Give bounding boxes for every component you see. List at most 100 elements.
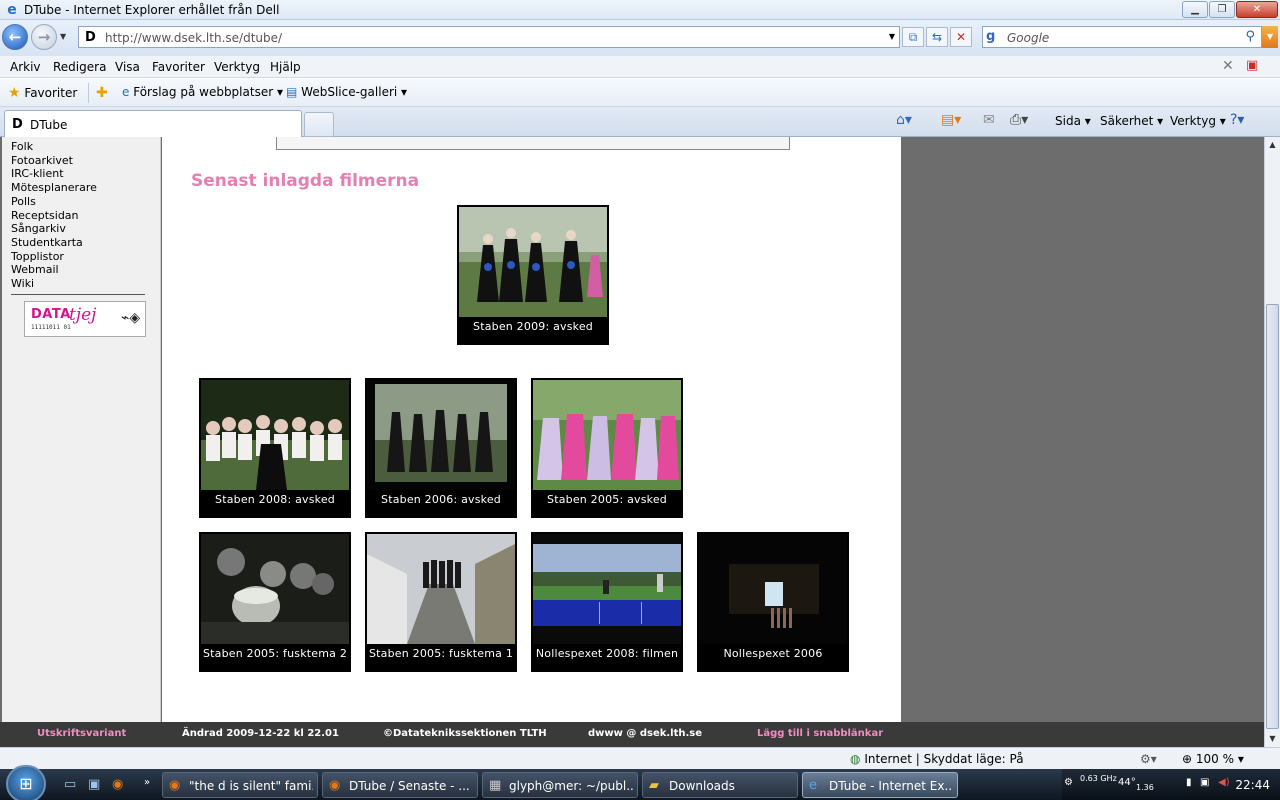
- video-card[interactable]: Staben 2009: avsked: [457, 205, 609, 345]
- close-button[interactable]: ✕: [1236, 1, 1278, 18]
- scroll-thumb[interactable]: [1266, 304, 1279, 729]
- globe-icon: ◍: [850, 752, 861, 766]
- feeds-icon[interactable]: ▤▾: [941, 112, 961, 128]
- refresh-icon[interactable]: ⇆: [926, 27, 948, 47]
- address-dropdown-icon[interactable]: ▼: [889, 32, 895, 41]
- new-tab-button[interactable]: [304, 112, 334, 137]
- sidebar-link-fotoarkivet[interactable]: Fotoarkivet: [11, 154, 97, 168]
- sidebar-link-wiki[interactable]: Wiki: [11, 277, 97, 291]
- sidebar-link-polls[interactable]: Polls: [11, 195, 97, 209]
- menu-verktyg[interactable]: Verktyg: [214, 60, 260, 74]
- network-icon[interactable]: ▣: [1200, 777, 1209, 788]
- gear-icon[interactable]: ⚙: [1064, 777, 1073, 788]
- zoom-level[interactable]: ⊕ 100 % ▾: [1182, 752, 1244, 766]
- scroll-up-icon[interactable]: ▲: [1265, 137, 1280, 153]
- sidebar-link-studentkarta[interactable]: Studentkarta: [11, 236, 97, 250]
- add-shortcut-link[interactable]: Lägg till i snabblänkar: [757, 728, 883, 739]
- video-caption: Nollespexet 2006: [723, 647, 823, 660]
- addon-icon[interactable]: ▣: [1246, 58, 1258, 73]
- help-icon[interactable]: ?▾: [1230, 112, 1244, 128]
- switch-windows-icon[interactable]: ▣: [88, 777, 100, 792]
- taskbar-item[interactable]: ▰ Downloads: [642, 772, 798, 798]
- security-zone[interactable]: ◍ Internet | Skyddat läge: På: [850, 752, 1024, 766]
- add-favorite-icon[interactable]: ✚: [96, 85, 108, 101]
- search-options-dropdown[interactable]: ▼: [1262, 26, 1278, 48]
- sidebar-link-receptsidan[interactable]: Receptsidan: [11, 209, 97, 223]
- minimize-button[interactable]: ▁: [1182, 1, 1208, 18]
- favorites-button[interactable]: ★ Favoriter: [8, 85, 77, 101]
- taskbar-item[interactable]: ◉ DTube / Senaste - ...: [322, 772, 478, 798]
- forward-button[interactable]: →: [31, 24, 57, 50]
- suggested-sites-button[interactable]: e Förslag på webbplatser ▾: [122, 85, 283, 99]
- taskbar: ⊞ ▭ ▣ ◉ » ◉ "the d is silent" fami... ◉ …: [0, 765, 1280, 800]
- sidebar-link-irc[interactable]: IRC-klient: [11, 167, 97, 181]
- close-menu-icon[interactable]: ✕: [1222, 58, 1234, 74]
- tools-menu[interactable]: Verktyg ▾: [1170, 114, 1226, 128]
- mail-icon[interactable]: ✉: [983, 112, 995, 128]
- terminal-icon: ▦: [489, 778, 502, 793]
- print-version-link[interactable]: Utskriftsvariant: [37, 728, 126, 739]
- video-thumbnail: [533, 380, 681, 490]
- search-icon[interactable]: ⚲: [1245, 29, 1255, 44]
- firefox-icon: ◉: [329, 778, 341, 793]
- print-icon[interactable]: ⎙▾: [1010, 112, 1028, 128]
- start-button[interactable]: ⊞: [6, 765, 46, 800]
- menu-hjalp[interactable]: Hjälp: [270, 60, 301, 74]
- video-card[interactable]: Staben 2005: avsked: [531, 378, 683, 518]
- stop-icon[interactable]: ✕: [950, 27, 972, 47]
- sidebar-link-sangarkiv[interactable]: Sångarkiv: [11, 222, 97, 236]
- taskbar-item[interactable]: ◉ "the d is silent" fami...: [162, 772, 318, 798]
- zone-text: Internet | Skyddat läge: På: [864, 752, 1024, 766]
- recent-pages-dropdown[interactable]: ▼: [60, 32, 66, 41]
- address-bar[interactable]: D http://www.dsek.lth.se/dtube/ ▼: [78, 26, 900, 48]
- tab-dtube[interactable]: D DTube: [4, 110, 302, 137]
- sidebar-link-webmail[interactable]: Webmail: [11, 263, 97, 277]
- vertical-scrollbar[interactable]: ▲ ▼: [1264, 137, 1280, 747]
- video-card[interactable]: Staben 2005: fusktema 2: [199, 532, 351, 672]
- volume-icon[interactable]: ◀): [1218, 777, 1230, 788]
- firefox-quicklaunch-icon[interactable]: ◉: [112, 777, 123, 792]
- menu-redigera[interactable]: Redigera: [53, 60, 106, 74]
- home-icon[interactable]: ⌂▾: [896, 112, 912, 128]
- sidebar-link-topplistor[interactable]: Topplistor: [11, 250, 97, 264]
- taskbar-item[interactable]: ▦ glyph@mer: ~/publ...: [482, 772, 638, 798]
- address-url[interactable]: http://www.dsek.lth.se/dtube/: [105, 31, 282, 45]
- video-thumbnail: [367, 534, 515, 644]
- system-tray: ⚙ 0.63 GHz 44° 1.36 ▮ ▣ ◀) 22:44: [1062, 769, 1280, 800]
- video-caption: Staben 2008: avsked: [215, 493, 335, 506]
- cpu-speed: 0.63 GHz: [1080, 774, 1117, 783]
- sidebar-link-folk[interactable]: Folk: [11, 140, 97, 154]
- quicklaunch-more-icon[interactable]: »: [144, 777, 150, 788]
- webslice-gallery-button[interactable]: ▤ WebSlice-galleri ▾: [286, 85, 407, 99]
- protected-mode-icon[interactable]: ⚙▾: [1140, 752, 1157, 766]
- sidebar: Folk Fotoarkivet IRC-klient Mötesplanera…: [2, 137, 161, 722]
- safety-menu[interactable]: Säkerhet ▾: [1100, 114, 1163, 128]
- address-row: ← → ▼ D http://www.dsek.lth.se/dtube/ ▼ …: [0, 20, 1280, 56]
- copyright-text: ©Datateknikssektionen TLTH: [383, 728, 547, 739]
- sidebar-link-motesplanerare[interactable]: Mötesplanerare: [11, 181, 97, 195]
- taskbar-item[interactable]: e DTube - Internet Ex...: [802, 772, 958, 798]
- video-card[interactable]: Staben 2006: avsked: [365, 378, 517, 518]
- compatibility-view-icon[interactable]: ⧉: [902, 27, 924, 47]
- menu-visa[interactable]: Visa: [115, 60, 140, 74]
- page-title: Senast inlagda filmerna: [191, 171, 420, 191]
- menu-favoriter[interactable]: Favoriter: [152, 60, 205, 74]
- datatjej-logo[interactable]: DATA tjej 11111011 01 ⌁◈: [24, 301, 146, 337]
- video-caption: Staben 2005: fusktema 2: [202, 647, 348, 660]
- show-desktop-icon[interactable]: ▭: [64, 777, 76, 792]
- search-panel-edge: [276, 137, 790, 150]
- video-card[interactable]: Staben 2005: fusktema 1: [365, 532, 517, 672]
- page-viewport: Folk Fotoarkivet IRC-klient Mötesplanera…: [0, 137, 1264, 747]
- video-card[interactable]: Staben 2008: avsked: [199, 378, 351, 518]
- video-card[interactable]: Nollespexet 2006: [697, 532, 849, 672]
- back-button[interactable]: ←: [2, 24, 28, 50]
- page-menu[interactable]: Sida ▾: [1055, 114, 1091, 128]
- clock[interactable]: 22:44: [1235, 778, 1270, 792]
- menu-arkiv[interactable]: Arkiv: [10, 60, 41, 74]
- maximize-button[interactable]: ❐: [1209, 1, 1235, 18]
- scroll-down-icon[interactable]: ▼: [1265, 731, 1280, 747]
- search-box[interactable]: g Google ⚲: [982, 26, 1262, 48]
- video-card[interactable]: Nollespexet 2008: filmen: [531, 532, 683, 672]
- battery-icon[interactable]: ▮: [1186, 777, 1192, 788]
- search-input[interactable]: Google: [1007, 31, 1049, 45]
